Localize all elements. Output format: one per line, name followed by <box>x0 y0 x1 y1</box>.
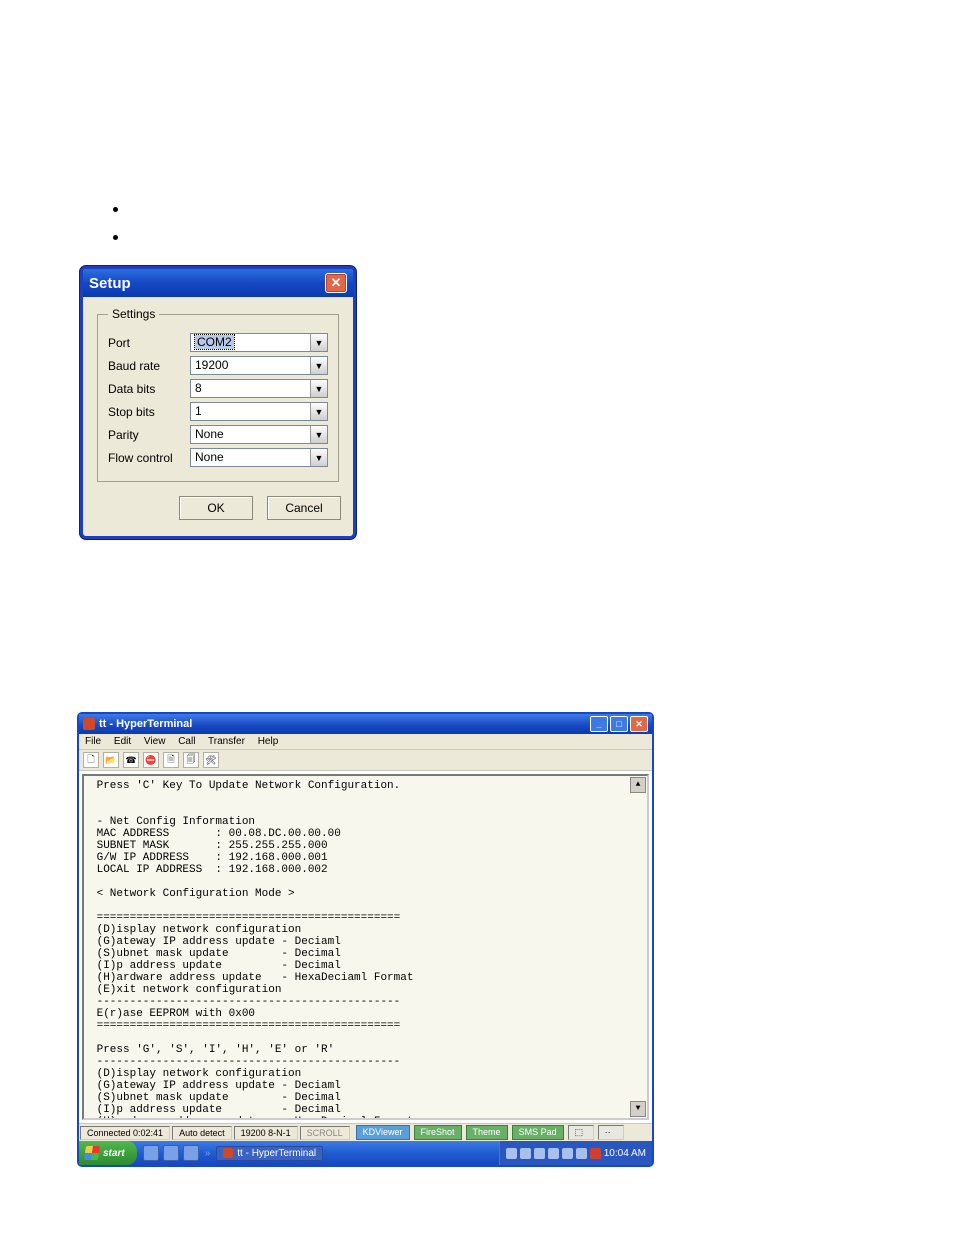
tray-clock[interactable]: 10:04 AM <box>604 1148 646 1159</box>
chevron-down-icon[interactable]: ▼ <box>310 449 327 466</box>
ht-title-text: tt - HyperTerminal <box>99 718 192 730</box>
tray-icon[interactable] <box>520 1148 531 1159</box>
parity-label: Parity <box>108 428 190 442</box>
setup-dialog: Setup ✕ Settings Port COM2 ▼ Baud rate 1… <box>80 266 356 539</box>
ht-toolbar: 🗋 📂 ☎ ⛔ 🗎 🗐 🛠 <box>79 750 652 771</box>
tray-icon[interactable] <box>576 1148 587 1159</box>
databits-value: 8 <box>195 381 202 395</box>
statusbar-app-b[interactable]: FireShot <box>414 1125 462 1140</box>
menu-help[interactable]: Help <box>258 736 279 747</box>
baud-combo[interactable]: 19200 ▼ <box>190 356 328 375</box>
stopbits-combo[interactable]: 1 ▼ <box>190 402 328 421</box>
stopbits-value: 1 <box>195 404 202 418</box>
port-combo[interactable]: COM2 ▼ <box>190 333 328 352</box>
tray-icon[interactable] <box>548 1148 559 1159</box>
chevron-down-icon[interactable]: ▼ <box>310 334 327 351</box>
flow-value: None <box>195 450 224 464</box>
tray-icon[interactable] <box>590 1148 601 1159</box>
hyperterminal-icon <box>83 718 95 730</box>
statusbar-extra-icon[interactable]: ⬚ <box>568 1125 594 1140</box>
minimize-icon[interactable]: _ <box>590 716 608 732</box>
quicklaunch-icon[interactable] <box>163 1145 179 1161</box>
status-mode: 19200 8-N-1 <box>234 1126 298 1140</box>
ht-titlebar[interactable]: tt - HyperTerminal _ □ ✕ <box>79 714 652 734</box>
status-detect: Auto detect <box>172 1126 232 1140</box>
send-icon[interactable]: 🗎 <box>163 752 179 768</box>
cancel-button[interactable]: Cancel <box>267 496 341 520</box>
scroll-up-icon[interactable]: ▲ <box>630 777 646 793</box>
databits-combo[interactable]: 8 ▼ <box>190 379 328 398</box>
start-label: start <box>103 1148 125 1159</box>
menu-view[interactable]: View <box>144 736 166 747</box>
taskbar-task-label: tt - HyperTerminal <box>237 1148 316 1159</box>
quicklaunch-icon[interactable] <box>183 1145 199 1161</box>
connect-icon[interactable]: ☎ <box>123 752 139 768</box>
menu-call[interactable]: Call <box>178 736 195 747</box>
statusbar-extra-icon[interactable]: ·· <box>598 1125 624 1140</box>
statusbar-app-c[interactable]: Theme <box>466 1125 508 1140</box>
databits-label: Data bits <box>108 382 190 396</box>
chevron-down-icon[interactable]: ▼ <box>310 403 327 420</box>
flow-combo[interactable]: None ▼ <box>190 448 328 467</box>
quicklaunch-icon[interactable] <box>143 1145 159 1161</box>
taskbar-task[interactable]: tt - HyperTerminal <box>216 1146 323 1161</box>
ok-button[interactable]: OK <box>179 496 253 520</box>
statusbar-app-a[interactable]: KDViewer <box>356 1125 410 1140</box>
baud-value: 19200 <box>195 358 228 372</box>
baud-label: Baud rate <box>108 359 190 373</box>
terminal-output[interactable]: Press 'C' Key To Update Network Configur… <box>82 774 649 1120</box>
chevron-down-icon[interactable]: ▼ <box>310 426 327 443</box>
disconnect-icon[interactable]: ⛔ <box>143 752 159 768</box>
statusbar-app-d[interactable]: SMS Pad <box>512 1125 564 1140</box>
settings-fieldset: Settings Port COM2 ▼ Baud rate 19200 ▼ <box>97 307 339 482</box>
scroll-down-icon[interactable]: ▼ <box>630 1101 646 1117</box>
system-tray: 10:04 AM <box>499 1141 652 1165</box>
close-icon[interactable]: ✕ <box>325 273 347 293</box>
menu-edit[interactable]: Edit <box>114 736 131 747</box>
flow-label: Flow control <box>108 451 190 465</box>
properties-icon[interactable]: 🛠 <box>203 752 219 768</box>
setup-title-text: Setup <box>89 275 131 292</box>
windows-logo-icon <box>84 1146 100 1160</box>
tray-icon[interactable] <box>534 1148 545 1159</box>
taskbar: start » tt - HyperTerminal <box>79 1141 652 1165</box>
settings-legend: Settings <box>108 307 159 321</box>
parity-combo[interactable]: None ▼ <box>190 425 328 444</box>
quicklaunch-sep: » <box>203 1148 213 1159</box>
setup-titlebar[interactable]: Setup ✕ <box>83 269 353 297</box>
ht-statusbar: Connected 0:02:41 Auto detect 19200 8-N-… <box>79 1123 652 1141</box>
port-value: COM2 <box>195 335 234 349</box>
maximize-icon[interactable]: □ <box>610 716 628 732</box>
hyperterminal-window: tt - HyperTerminal _ □ ✕ File Edit View … <box>77 712 654 1167</box>
ht-menubar: File Edit View Call Transfer Help <box>79 734 652 750</box>
new-icon[interactable]: 🗋 <box>83 752 99 768</box>
chevron-down-icon[interactable]: ▼ <box>310 357 327 374</box>
stopbits-label: Stop bits <box>108 405 190 419</box>
parity-value: None <box>195 427 224 441</box>
menu-file[interactable]: File <box>85 736 101 747</box>
status-scroll: SCROLL <box>300 1126 350 1140</box>
start-button[interactable]: start <box>79 1141 137 1165</box>
chevron-down-icon[interactable]: ▼ <box>310 380 327 397</box>
open-icon[interactable]: 📂 <box>103 752 119 768</box>
menu-transfer[interactable]: Transfer <box>208 736 245 747</box>
status-connected: Connected 0:02:41 <box>80 1126 170 1140</box>
tray-icon[interactable] <box>562 1148 573 1159</box>
close-icon[interactable]: ✕ <box>630 716 648 732</box>
hyperterminal-icon <box>223 1148 233 1158</box>
receive-icon[interactable]: 🗐 <box>183 752 199 768</box>
tray-icon[interactable] <box>506 1148 517 1159</box>
port-label: Port <box>108 336 190 350</box>
